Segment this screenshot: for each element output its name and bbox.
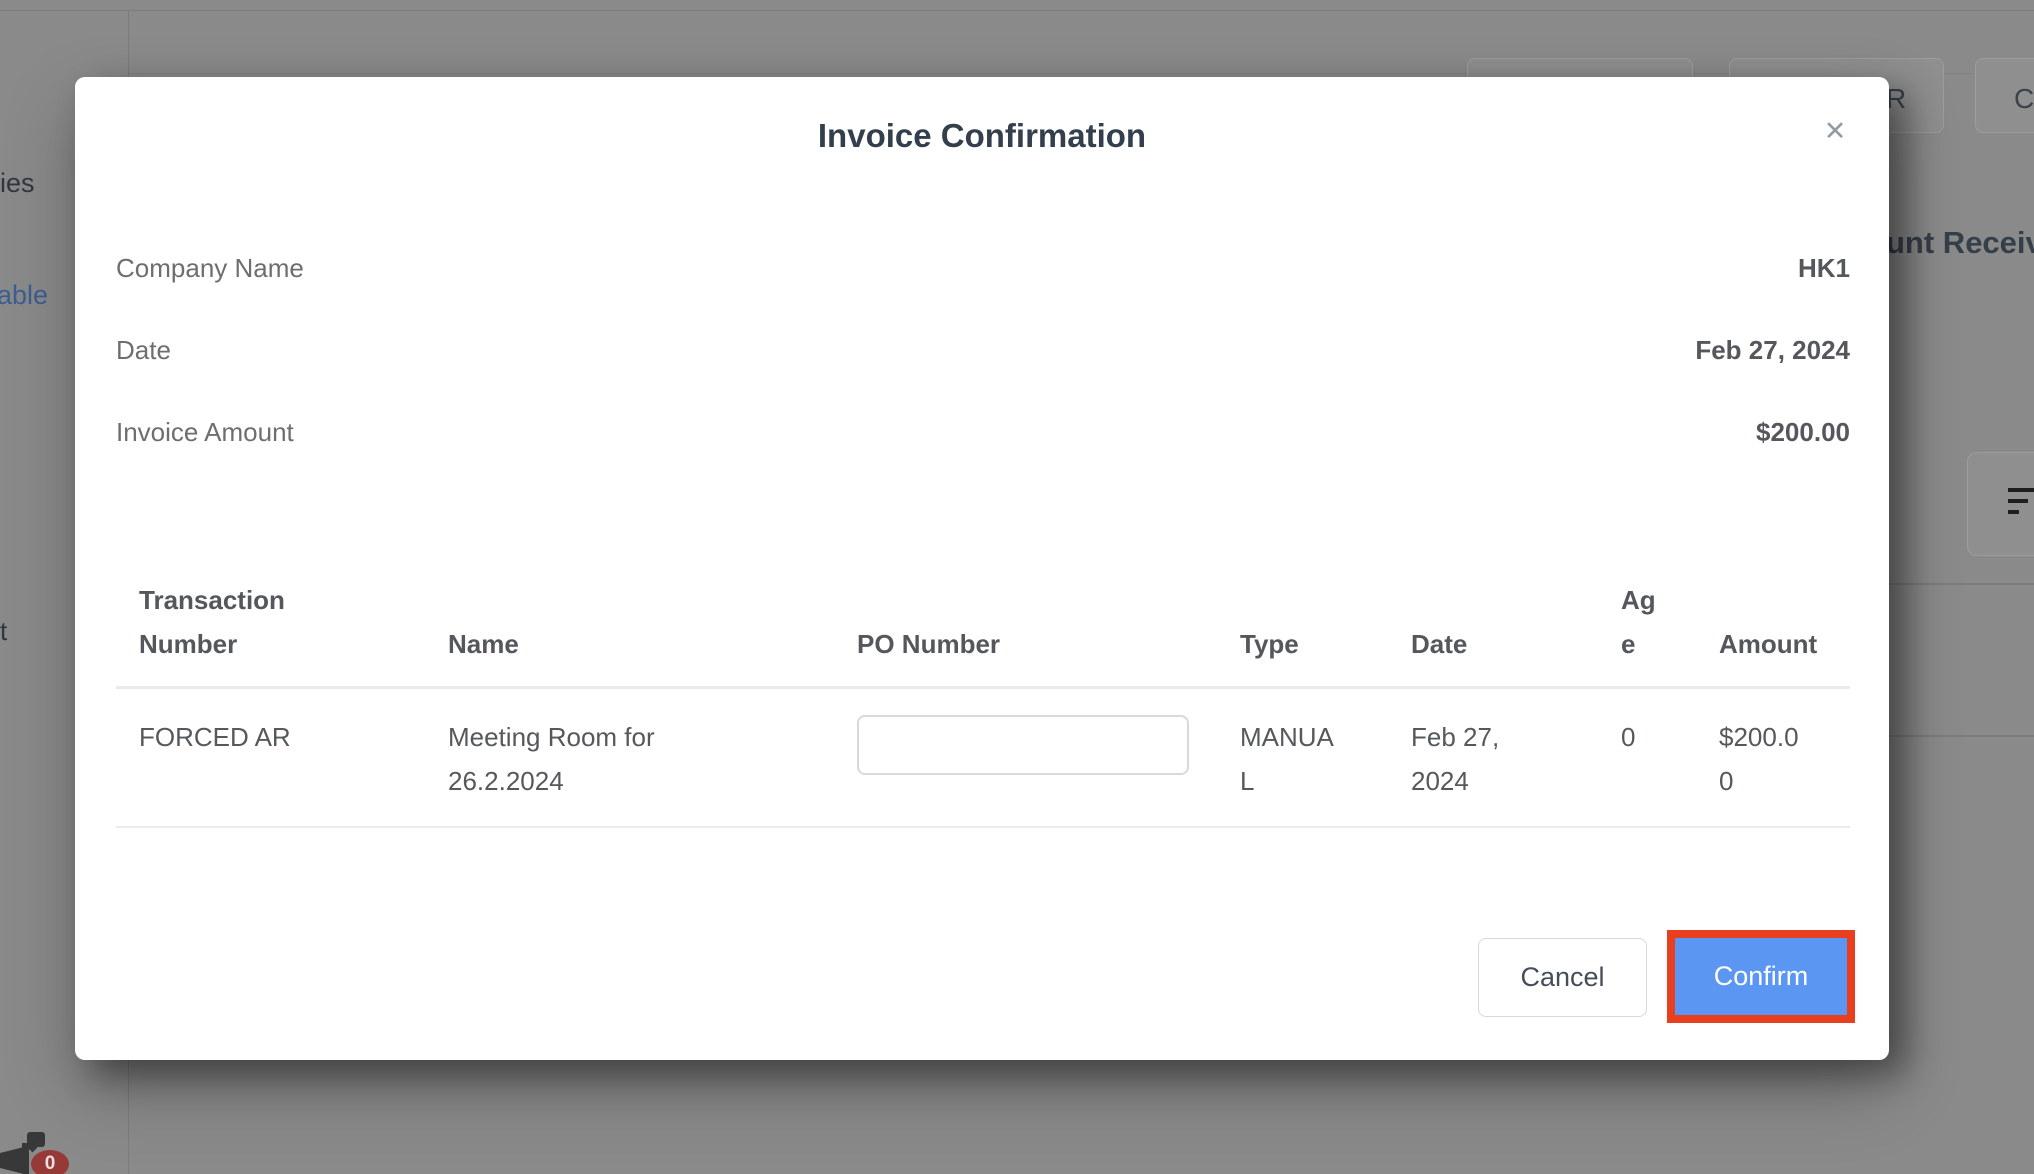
cell-transaction-number: FORCED AR — [116, 687, 448, 828]
cell-type: MANUAL — [1240, 687, 1411, 828]
cancel-button[interactable]: Cancel — [1478, 938, 1647, 1017]
bg-sidebar-item-fragment-2: t — [0, 616, 8, 646]
cell-date: Feb 27, 2024 — [1411, 687, 1621, 828]
field-row-company-name: Company Name HK1 — [116, 253, 1850, 284]
invoice-lines-table: Transaction Number Name PO Number Type D… — [116, 578, 1850, 828]
megaphone-icon — [0, 1147, 24, 1174]
confirm-button[interactable]: Confirm — [1675, 938, 1847, 1015]
invoice-amount-value: $200.00 — [1756, 417, 1850, 447]
bg-page-heading-fragment: unt Receiv — [1886, 225, 2034, 260]
header-transaction-number: Transaction Number — [116, 578, 448, 689]
header-amount: Amount — [1719, 578, 1850, 689]
header-name: Name — [448, 578, 857, 689]
po-number-input[interactable] — [857, 715, 1189, 775]
header-po-number: PO Number — [857, 578, 1240, 689]
invoice-confirmation-dialog: Invoice Confirmation ✕ Company Name HK1 … — [75, 77, 1889, 1060]
company-name-value: HK1 — [1797, 253, 1850, 283]
company-name-label: Company Name — [116, 253, 304, 283]
invoice-amount-label: Invoice Amount — [116, 417, 294, 447]
screen: R C unt Receiv ies able t 0 Invoice Conf… — [0, 0, 2034, 1174]
bg-sidebar-item-fragment-1: ies — [0, 168, 35, 198]
bg-sidebar-link-fragment: able — [0, 280, 49, 310]
table-row: FORCED AR Meeting Room for 26.2.2024 MAN… — [116, 687, 1850, 828]
header-type: Type — [1240, 578, 1411, 689]
notification-badge: 0 — [31, 1150, 69, 1174]
dialog-title: Invoice Confirmation — [817, 117, 1147, 154]
bg-topbar-divider — [0, 10, 2034, 11]
cell-age: 0 — [1621, 687, 1719, 828]
close-icon[interactable]: ✕ — [1817, 113, 1853, 149]
header-date: Date — [1411, 578, 1621, 689]
cell-po-number — [857, 687, 1240, 828]
confirm-button-highlight: Confirm — [1667, 930, 1855, 1023]
field-row-date: Date Feb 27, 2024 — [116, 335, 1850, 366]
table-header-row: Transaction Number Name PO Number Type D… — [116, 578, 1850, 689]
cell-name: Meeting Room for 26.2.2024 — [448, 687, 857, 828]
date-value: Feb 27, 2024 — [1695, 335, 1850, 365]
bg-toolbar-button-2-label: R — [1886, 83, 1907, 114]
date-label: Date — [116, 335, 171, 365]
cell-amount: $200.00 — [1719, 687, 1850, 828]
bg-toolbar-button-3-label: C — [2014, 83, 2034, 114]
header-age: Age — [1621, 578, 1719, 689]
bg-sort-button — [1967, 452, 2034, 556]
field-row-invoice-amount: Invoice Amount $200.00 — [116, 417, 1850, 448]
